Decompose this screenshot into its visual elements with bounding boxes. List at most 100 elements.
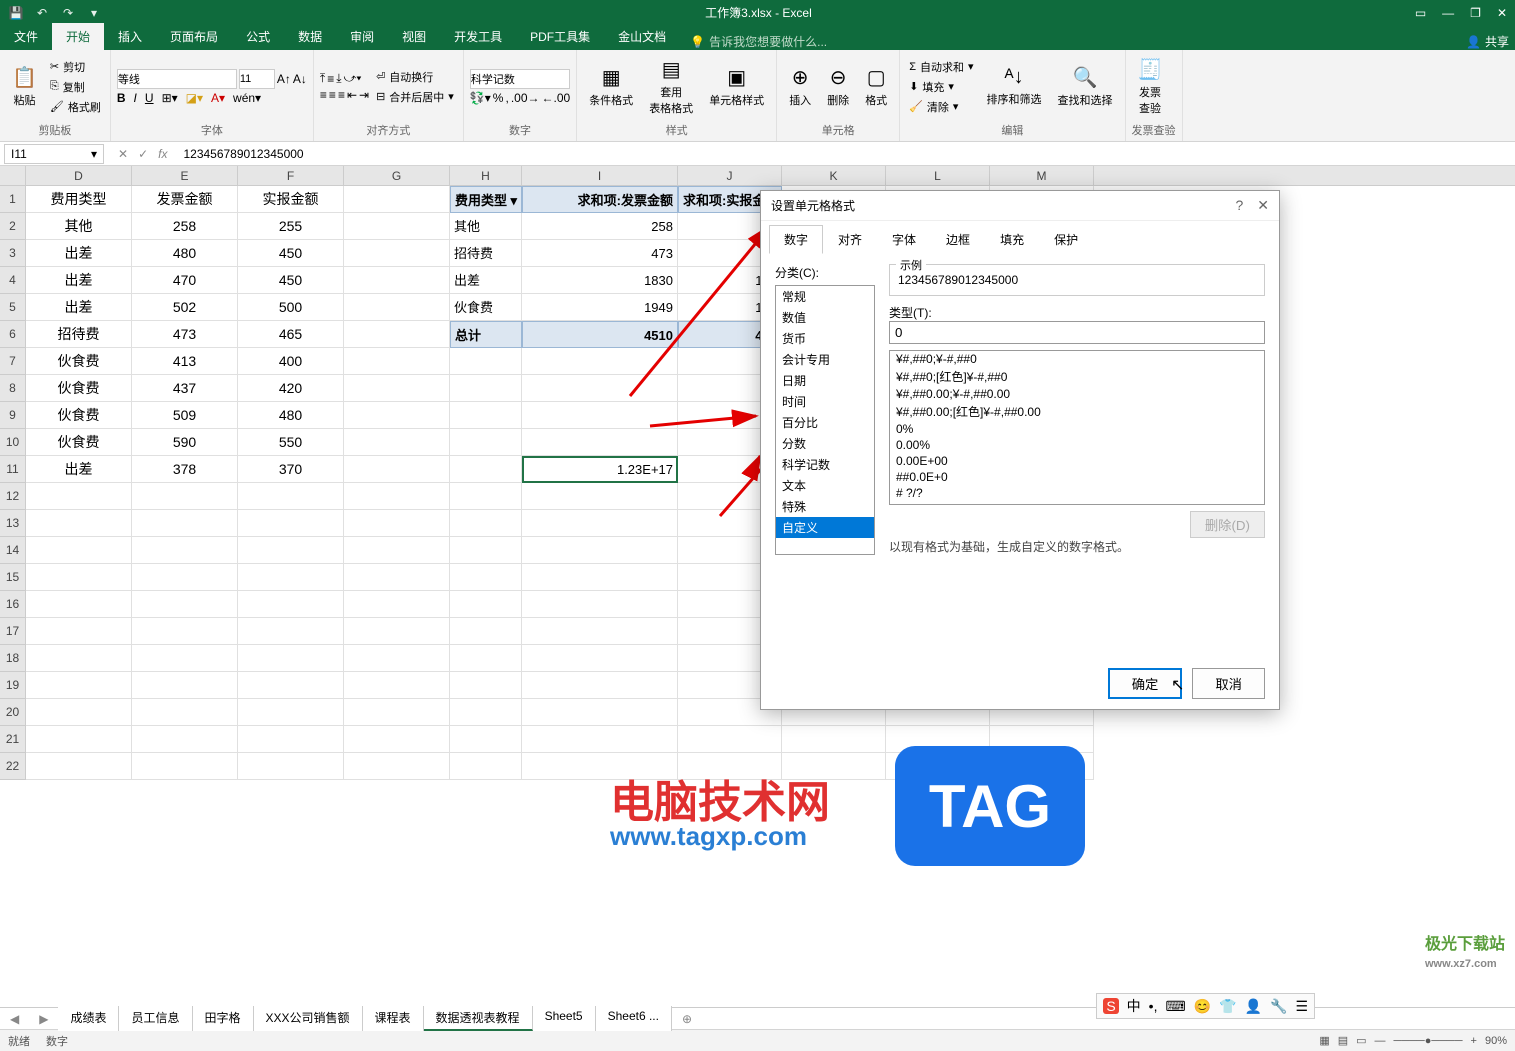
sheet-tab[interactable]: 员工信息 xyxy=(119,1006,192,1031)
cell[interactable] xyxy=(238,699,344,726)
cell[interactable] xyxy=(344,699,450,726)
cell[interactable]: 招待费 xyxy=(26,321,132,348)
cell[interactable] xyxy=(522,402,678,429)
cell[interactable] xyxy=(132,672,238,699)
cell[interactable] xyxy=(238,672,344,699)
category-item[interactable]: 日期 xyxy=(776,370,874,391)
orient-icon[interactable]: ⤻▾ xyxy=(344,71,362,86)
cell[interactable] xyxy=(344,375,450,402)
cell[interactable]: 1949 xyxy=(522,294,678,321)
cell[interactable] xyxy=(344,510,450,537)
tab-formulas[interactable]: 公式 xyxy=(232,23,284,50)
select-all-corner[interactable] xyxy=(0,166,26,185)
format-code-item[interactable]: ¥#,##0;[红色]¥-#,##0 xyxy=(890,367,1264,386)
cell[interactable] xyxy=(344,753,450,780)
align-right-icon[interactable]: ≡ xyxy=(338,88,345,102)
cell[interactable] xyxy=(132,726,238,753)
cell[interactable] xyxy=(344,213,450,240)
row-header[interactable]: 2 xyxy=(0,213,26,240)
find-select-button[interactable]: 🔍查找和选择 xyxy=(1052,53,1119,120)
row-header[interactable]: 8 xyxy=(0,375,26,402)
row-header[interactable]: 6 xyxy=(0,321,26,348)
align-top-icon[interactable]: ⤒ xyxy=(320,71,325,86)
sheet-tab[interactable]: 成绩表 xyxy=(58,1006,119,1031)
cell[interactable] xyxy=(344,348,450,375)
cell[interactable]: 伙食费 xyxy=(450,294,522,321)
category-item[interactable]: 科学记数 xyxy=(776,454,874,475)
cell[interactable]: 378 xyxy=(132,456,238,483)
format-code-item[interactable]: # ?/? xyxy=(890,485,1264,501)
row-header[interactable]: 17 xyxy=(0,618,26,645)
cell[interactable] xyxy=(344,240,450,267)
cell[interactable] xyxy=(132,699,238,726)
new-sheet-button[interactable]: ⊕ xyxy=(672,1012,702,1026)
tab-data[interactable]: 数据 xyxy=(284,23,336,50)
ime-tool-icon[interactable]: 🔧 xyxy=(1270,998,1287,1015)
sort-filter-button[interactable]: ᴬ↓排序和筛选 xyxy=(981,53,1048,120)
cancel-formula-icon[interactable]: ✕ xyxy=(118,147,128,161)
sheet-nav-prev[interactable]: ◀ xyxy=(0,1012,29,1026)
dtab-number[interactable]: 数字 xyxy=(769,225,823,254)
category-listbox[interactable]: 常规数值货币会计专用日期时间百分比分数科学记数文本特殊自定义 xyxy=(775,285,875,555)
copy-button[interactable]: ⎘ 复制 xyxy=(47,78,104,96)
cell[interactable] xyxy=(344,267,450,294)
clear-button[interactable]: 🧹 清除▾ xyxy=(906,98,976,116)
cell[interactable] xyxy=(344,672,450,699)
cell[interactable]: 出差 xyxy=(26,240,132,267)
row-header[interactable]: 16 xyxy=(0,591,26,618)
cell[interactable]: 502 xyxy=(132,294,238,321)
col-header[interactable]: I xyxy=(522,166,678,185)
cell[interactable]: 509 xyxy=(132,402,238,429)
cell[interactable] xyxy=(450,348,522,375)
number-format-select[interactable] xyxy=(470,69,570,89)
cell[interactable] xyxy=(26,618,132,645)
cell[interactable]: 发票金额 xyxy=(132,186,238,213)
cell[interactable] xyxy=(522,348,678,375)
cell[interactable] xyxy=(238,645,344,672)
cell[interactable] xyxy=(522,429,678,456)
cell[interactable] xyxy=(132,645,238,672)
cell[interactable] xyxy=(450,375,522,402)
cell[interactable] xyxy=(450,456,522,483)
cell[interactable] xyxy=(238,753,344,780)
cell[interactable] xyxy=(344,186,450,213)
dialog-titlebar[interactable]: 设置单元格格式 ?✕ xyxy=(761,191,1279,221)
redo-icon[interactable]: ↷ xyxy=(60,6,76,20)
col-header[interactable]: G xyxy=(344,166,450,185)
tab-dev[interactable]: 开发工具 xyxy=(440,23,516,50)
cell[interactable]: 4510 xyxy=(522,321,678,348)
row-header[interactable]: 14 xyxy=(0,537,26,564)
cell[interactable]: 450 xyxy=(238,240,344,267)
tell-me[interactable]: 💡 告诉我您想要做什么... xyxy=(690,33,827,50)
cell[interactable] xyxy=(522,483,678,510)
cell[interactable]: 480 xyxy=(238,402,344,429)
cell[interactable]: 370 xyxy=(238,456,344,483)
pivot-filter-icon[interactable]: ▾ xyxy=(510,187,517,213)
underline-button[interactable]: U xyxy=(145,91,154,105)
tab-home[interactable]: 开始 xyxy=(52,23,104,50)
cell[interactable] xyxy=(522,591,678,618)
cell[interactable] xyxy=(132,483,238,510)
cell[interactable]: 465 xyxy=(238,321,344,348)
increase-font-icon[interactable]: A↑ xyxy=(277,72,291,86)
ime-punct-icon[interactable]: •, xyxy=(1149,998,1158,1014)
dtab-align[interactable]: 对齐 xyxy=(823,225,877,254)
cell[interactable] xyxy=(450,699,522,726)
cell-styles-button[interactable]: ▣单元格样式 xyxy=(703,53,770,120)
cell[interactable]: 400 xyxy=(238,348,344,375)
cell[interactable] xyxy=(344,294,450,321)
cell[interactable] xyxy=(26,591,132,618)
cell[interactable] xyxy=(522,726,678,753)
sheet-tab[interactable]: 数据透视表教程 xyxy=(424,1006,533,1031)
row-header[interactable]: 4 xyxy=(0,267,26,294)
merge-button[interactable]: ⊟ 合并后居中▾ xyxy=(373,88,457,106)
cell[interactable] xyxy=(132,537,238,564)
table-format-button[interactable]: ▤套用 表格格式 xyxy=(643,53,699,120)
cell[interactable]: 413 xyxy=(132,348,238,375)
cell[interactable]: 437 xyxy=(132,375,238,402)
tab-file[interactable]: 文件 xyxy=(0,23,52,50)
save-icon[interactable]: 💾 xyxy=(8,6,24,20)
indent-dec-icon[interactable]: ⇤ xyxy=(347,88,357,102)
row-header[interactable]: 7 xyxy=(0,348,26,375)
format-cells-button[interactable]: ▢格式 xyxy=(859,53,893,120)
